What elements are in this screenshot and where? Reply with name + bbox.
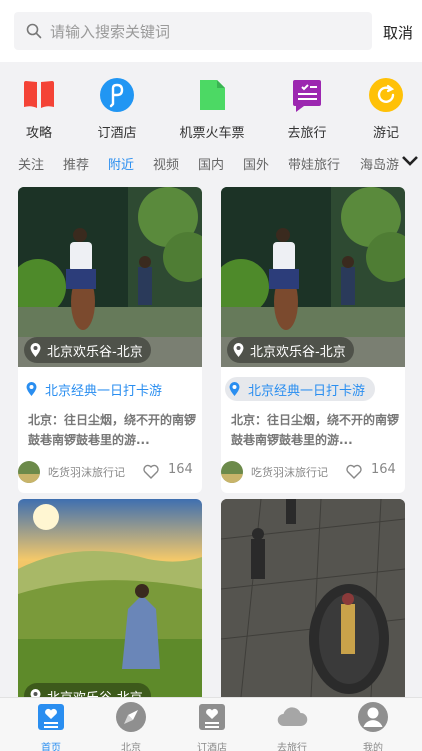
quick-nav-label: 游记 xyxy=(372,126,399,141)
bottom-nav-beijing[interactable]: 北京 xyxy=(101,701,161,751)
search-input[interactable]: 请输入搜索关键词 xyxy=(14,12,372,50)
route-tag[interactable]: 北京经典一日打卡游 xyxy=(22,377,172,401)
quick-nav-tickets[interactable]: 机票火车票 xyxy=(167,78,257,141)
location-label: 北京欢乐谷-北京 xyxy=(47,687,143,698)
location-tag: 北京欢乐谷-北京 xyxy=(24,337,151,363)
home-icon xyxy=(38,704,64,730)
ticket-icon xyxy=(200,80,225,110)
post-card[interactable] xyxy=(221,499,405,697)
author-name[interactable]: 吃货羽沫旅行记 xyxy=(48,464,125,480)
tab-family-travel[interactable]: 带娃旅行 xyxy=(288,154,340,173)
quick-nav-label: 机票火车票 xyxy=(179,126,245,141)
card-author: 吃货羽沫旅行记 164 xyxy=(221,459,405,485)
card-description: 北京：往日尘烟，绕不开的南锣鼓巷南锣鼓巷里的游... xyxy=(28,413,196,447)
post-card[interactable]: 北京欢乐谷-北京 北京经典一日打卡游 北京：往日尘烟，绕不开的南锣鼓巷南锣鼓巷里… xyxy=(18,187,202,493)
avatar[interactable] xyxy=(221,461,243,483)
bottom-nav-label: 北京 xyxy=(121,743,141,751)
location-tag: 北京欢乐谷-北京 xyxy=(24,683,151,697)
compass-icon xyxy=(116,702,146,732)
route-tag[interactable]: 北京经典一日打卡游 xyxy=(225,377,376,401)
quick-nav-travel[interactable]: 去旅行 xyxy=(262,78,352,141)
tab-recommend[interactable]: 推荐 xyxy=(63,154,89,173)
bottom-nav-label: 我的 xyxy=(363,743,383,751)
tab-follow[interactable]: 关注 xyxy=(18,154,44,173)
tab-video[interactable]: 视频 xyxy=(153,154,179,173)
card-photo xyxy=(221,499,405,697)
location-label: 北京欢乐谷-北京 xyxy=(47,344,143,360)
like-count: 164 xyxy=(371,462,396,477)
bottom-nav: 首页 北京 订酒店 去旅行 我的 xyxy=(0,697,422,751)
location-pin-icon xyxy=(233,343,244,357)
bottom-nav-label: 去旅行 xyxy=(277,743,307,751)
bottom-nav-travel[interactable]: 去旅行 xyxy=(262,701,322,751)
tab-nearby[interactable]: 附近 xyxy=(108,154,134,173)
bookmark-icon xyxy=(24,81,54,108)
tab-abroad[interactable]: 国外 xyxy=(243,154,269,173)
hotel-icon xyxy=(100,78,134,112)
location-pin-icon xyxy=(30,689,41,697)
bottom-nav-label: 订酒店 xyxy=(197,743,227,751)
location-pin-icon xyxy=(26,382,37,396)
tab-domestic[interactable]: 国内 xyxy=(198,154,224,173)
quick-nav-label: 去旅行 xyxy=(287,126,327,141)
post-card[interactable]: 北京欢乐谷-北京 北京经典一日打卡游 北京：往日尘烟，绕不开的南锣鼓巷南锣鼓巷里… xyxy=(221,187,405,493)
search-bar: 请输入搜索关键词 取消 xyxy=(0,0,422,62)
search-placeholder: 请输入搜索关键词 xyxy=(50,22,171,41)
bottom-nav-home[interactable]: 首页 xyxy=(21,701,81,751)
bottom-nav-label: 首页 xyxy=(41,743,61,751)
location-tag: 北京欢乐谷-北京 xyxy=(227,337,354,363)
card-photo xyxy=(18,499,202,697)
heart-icon[interactable] xyxy=(143,464,159,479)
location-pin-icon xyxy=(30,343,41,357)
bottom-nav-profile[interactable]: 我的 xyxy=(343,701,403,751)
location-pin-icon xyxy=(229,382,240,396)
quick-nav-hotel[interactable]: 订酒店 xyxy=(72,78,162,141)
route-label: 北京经典一日打卡游 xyxy=(45,383,163,399)
category-tabs: 关注 推荐 附近 视频 国内 国外 带娃旅行 海岛游 xyxy=(0,148,422,178)
like-count: 164 xyxy=(168,462,193,477)
heart-icon[interactable] xyxy=(346,464,362,479)
travel-icon xyxy=(293,80,321,112)
author-name[interactable]: 吃货羽沫旅行记 xyxy=(251,464,328,480)
tab-island-travel[interactable]: 海岛游 xyxy=(360,154,399,173)
post-card[interactable]: 北京欢乐谷-北京 xyxy=(18,499,202,697)
search-icon xyxy=(26,23,42,39)
chevron-down-icon[interactable] xyxy=(401,154,419,168)
bottom-nav-hotel[interactable]: 订酒店 xyxy=(182,701,242,751)
card-description: 北京：往日尘烟，绕不开的南锣鼓巷南锣鼓巷里的游... xyxy=(231,413,399,447)
quick-nav-notes[interactable]: 游记 xyxy=(341,78,422,141)
card-author: 吃货羽沫旅行记 164 xyxy=(18,459,202,485)
location-label: 北京欢乐谷-北京 xyxy=(250,344,346,360)
hotel-icon xyxy=(199,704,225,730)
route-label: 北京经典一日打卡游 xyxy=(248,383,366,399)
quick-nav: 攻略 订酒店 机票火车票 去旅行 游记 xyxy=(0,70,422,142)
profile-icon xyxy=(358,702,388,732)
cloud-icon xyxy=(277,707,308,727)
avatar[interactable] xyxy=(18,461,40,483)
cancel-button[interactable]: 取消 xyxy=(383,22,413,43)
quick-nav-label: 订酒店 xyxy=(97,126,137,141)
notes-icon xyxy=(369,78,403,112)
